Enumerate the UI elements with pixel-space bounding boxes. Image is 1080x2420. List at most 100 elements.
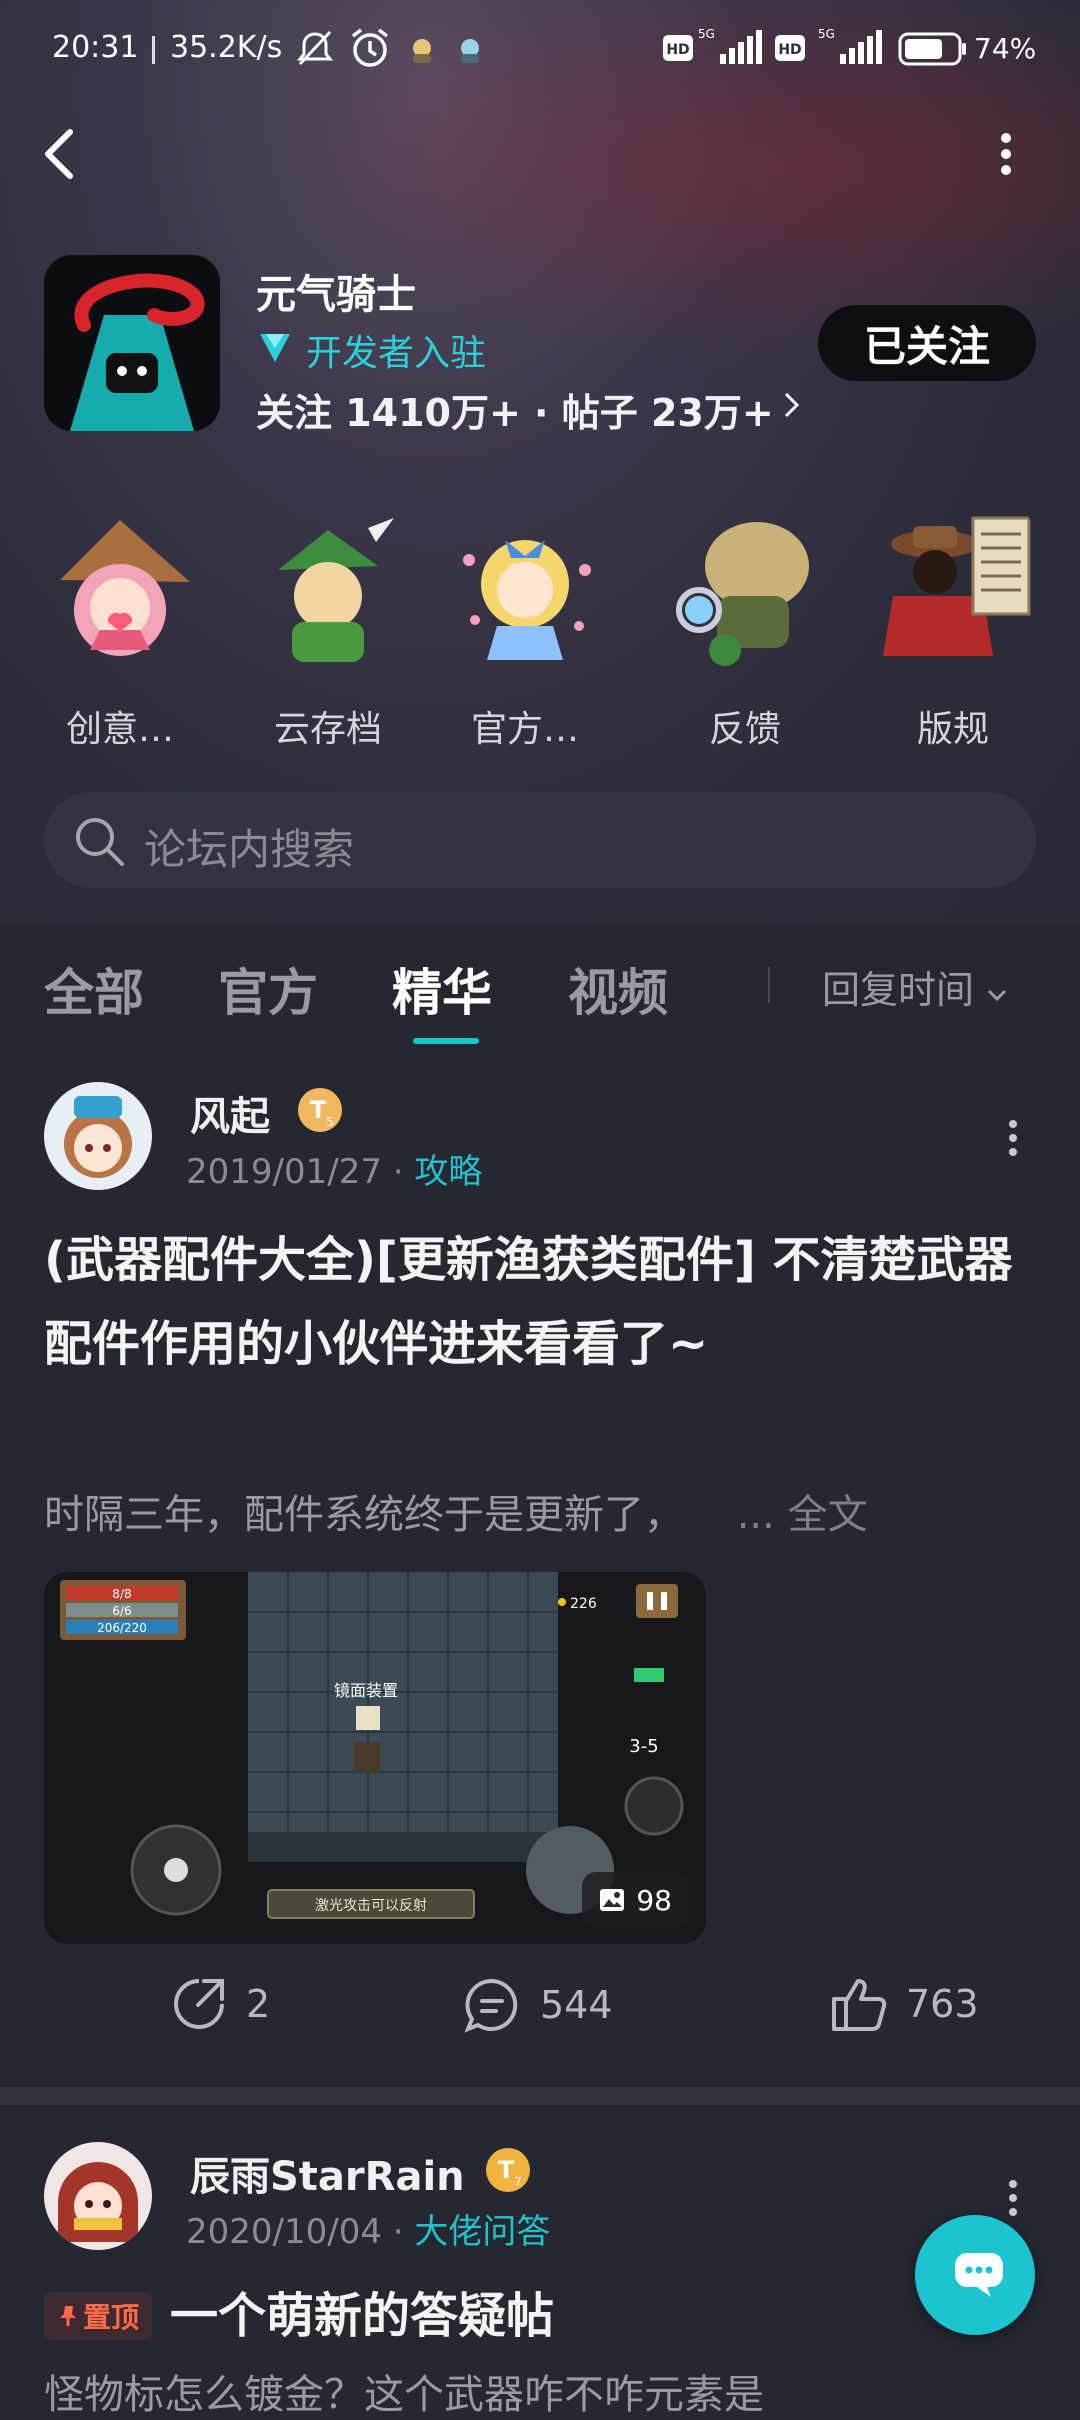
svg-text:T: T: [310, 1096, 327, 1124]
post-title[interactable]: 一个萌新的答疑帖: [170, 2274, 1030, 2358]
share-button[interactable]: 2: [170, 1975, 270, 2033]
tab-official[interactable]: 官方: [218, 953, 318, 1025]
post-actions: 2 544 763: [0, 1975, 1080, 2055]
active-tab-indicator: [413, 1038, 479, 1044]
post-date: 2020/10/04: [186, 2212, 382, 2252]
share-icon: [174, 1979, 224, 2029]
author-name[interactable]: 风起: [190, 1084, 270, 1142]
svg-text:5G: 5G: [698, 27, 715, 41]
like-count: 763: [906, 1982, 979, 2026]
comment-button[interactable]: 544: [462, 1975, 613, 2035]
svg-text:HD: HD: [666, 42, 689, 58]
shortcut-creative[interactable]: 创意…: [35, 510, 205, 752]
hud-energy: 206/220: [97, 1621, 147, 1635]
forum-search-input[interactable]: 论坛内搜索: [44, 792, 1036, 888]
user-level-number: 5: [326, 1115, 334, 1129]
search-placeholder: 论坛内搜索: [144, 825, 355, 874]
signal-5g-icon: 5G: [818, 27, 882, 64]
cloud-save-character-icon: [278, 518, 394, 662]
status-bar: 20:31 35.2K/s HD 5G HD 5G 74%: [0, 0, 1080, 100]
mute-icon: [296, 30, 334, 66]
shortcut-label: 官方…: [470, 709, 579, 750]
post-more-icon[interactable]: [1006, 2178, 1020, 2218]
official-character-icon: [463, 540, 591, 660]
hd-icon: HD: [775, 35, 805, 61]
share-count: 2: [246, 1982, 271, 2026]
shortcut-cloud-save[interactable]: 云存档: [243, 510, 413, 752]
forum-header-background: [0, 0, 1080, 925]
pinned-badge: 置顶: [44, 2292, 152, 2340]
forum-tabs: 全部 官方 精华 视频 回复时间: [0, 925, 1080, 1055]
signal-5g-icon: 5G: [698, 27, 762, 64]
soul-knight-logo-icon: [44, 255, 220, 431]
avatar-image: [44, 2142, 152, 2250]
hud-armor: 6/6: [112, 1604, 131, 1618]
shortcut-label: 版规: [916, 709, 989, 750]
sort-dropdown[interactable]: 回复时间: [822, 959, 1008, 1014]
author-avatar[interactable]: [44, 2142, 152, 2250]
thumbs-up-icon: [832, 1979, 887, 2031]
comment-icon: [464, 1978, 518, 2033]
forum-name: 元气骑士: [256, 272, 416, 318]
alarm-icon: [351, 28, 389, 67]
post-meta: 2020/10/04 · 大佬问答: [186, 2212, 551, 2252]
shortcut-rules[interactable]: 版规: [868, 510, 1038, 752]
battery-icon: [898, 32, 966, 66]
network-speed: 35.2K/s: [170, 30, 283, 65]
tab-featured[interactable]: 精华: [392, 953, 492, 1025]
pin-icon: [59, 2306, 76, 2326]
user-level-number: 7: [514, 2175, 522, 2189]
post-excerpt[interactable]: 时隔三年，配件系统终于是更新了， ... 全文: [44, 1482, 868, 1540]
developer-badge-label: 开发者入驻: [306, 333, 487, 374]
post-excerpt[interactable]: 怪物标怎么镀金？这个武器咋不咋元素是: [44, 2362, 764, 2420]
feedback-detective-icon: [676, 522, 809, 666]
app-notification-icon: [413, 39, 431, 63]
sort-label: 回复时间: [822, 968, 975, 1012]
pinned-label: 置顶: [82, 2301, 139, 2334]
tab-video[interactable]: 视频: [568, 953, 668, 1025]
shortcut-label: 反馈: [708, 709, 781, 750]
new-post-button[interactable]: [915, 2215, 1035, 2335]
svg-text:HD: HD: [778, 42, 801, 58]
hd-icon: HD: [663, 35, 693, 61]
post-image[interactable]: 8/8 6/6 206/220 226 镜面装置 3-5 激光攻击可以反射 98: [44, 1572, 706, 1944]
shortcut-official[interactable]: 官方…: [440, 510, 610, 752]
shortcut-feedback[interactable]: 反馈: [660, 510, 830, 752]
post-category[interactable]: 攻略: [414, 1152, 482, 1192]
author-name[interactable]: 辰雨StarRain: [190, 2144, 465, 2202]
gallery-icon: [600, 1889, 625, 1911]
author-avatar[interactable]: [44, 1082, 152, 1190]
post-date: 2019/01/27: [186, 1152, 382, 1192]
user-level-badge-icon: T 7: [486, 2148, 530, 2192]
developer-diamond-icon: [260, 334, 290, 362]
hud-tip: 激光攻击可以反射: [315, 1897, 427, 1914]
excerpt-text: 时隔三年，配件系统终于是更新了，: [44, 1492, 684, 1538]
post-title[interactable]: (武器配件大全)[更新渔获类配件] 不清楚武器配件作用的小伙伴进来看看了~: [44, 1218, 1044, 1386]
like-button[interactable]: 763: [828, 1975, 979, 2033]
status-time: 20:31: [52, 30, 139, 65]
post-more-icon[interactable]: [1006, 1118, 1020, 1158]
avatar-image: [44, 1082, 152, 1190]
more-options-icon[interactable]: [996, 130, 1016, 178]
image-count: 98: [636, 1883, 672, 1917]
hud-weapon-name: 镜面装置: [334, 1681, 398, 1700]
comment-count: 544: [540, 1983, 613, 2027]
forum-stats[interactable]: 关注 1410万+ · 帖子 23万+: [256, 382, 774, 437]
hud-hp: 8/8: [112, 1587, 131, 1601]
svg-text:T: T: [498, 2156, 515, 2184]
post-separator: [0, 2087, 1080, 2105]
post-category[interactable]: 大佬问答: [414, 2212, 550, 2252]
user-level-badge-icon: T 5: [298, 1088, 342, 1132]
image-count-badge: 98: [582, 1872, 688, 1928]
creative-character-icon: [60, 520, 190, 656]
forum-logo: [44, 255, 220, 431]
hud-coins: 226: [570, 1596, 597, 1612]
back-arrow-icon[interactable]: [40, 126, 80, 182]
status-divider: [152, 36, 155, 64]
search-icon: [76, 818, 124, 866]
battery-level: 74%: [974, 32, 1037, 65]
read-full-link[interactable]: ... 全文: [737, 1492, 868, 1538]
follow-button[interactable]: 已关注: [818, 305, 1036, 381]
svg-text:5G: 5G: [818, 27, 835, 41]
tab-all[interactable]: 全部: [44, 953, 144, 1025]
